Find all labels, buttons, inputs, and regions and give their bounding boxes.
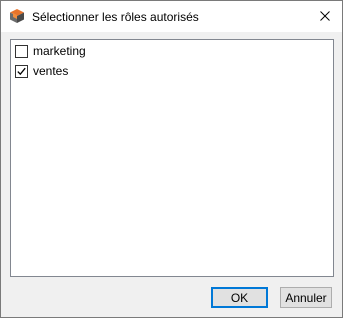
dialog-window: Sélectionner les rôles autorisés marketi… (0, 0, 343, 318)
ok-button[interactable]: OK (211, 287, 268, 308)
dialog-title: Sélectionner les rôles autorisés (32, 10, 199, 24)
ventes-checkbox[interactable] (15, 64, 28, 78)
list-item-ventes[interactable]: ventes (15, 63, 68, 79)
checkmark-icon (17, 67, 26, 75)
roles-list[interactable]: marketing ventes (10, 39, 334, 277)
list-item-label: ventes (33, 64, 69, 78)
list-item-marketing[interactable]: marketing (15, 43, 86, 59)
list-item-label: marketing (33, 44, 86, 58)
title-bar[interactable]: Sélectionner les rôles autorisés (1, 1, 342, 32)
cancel-button[interactable]: Annuler (280, 287, 332, 308)
marketing-checkbox[interactable] (15, 44, 28, 58)
close-icon (320, 10, 330, 24)
close-button[interactable] (313, 7, 337, 27)
app-cube-icon (9, 8, 25, 24)
